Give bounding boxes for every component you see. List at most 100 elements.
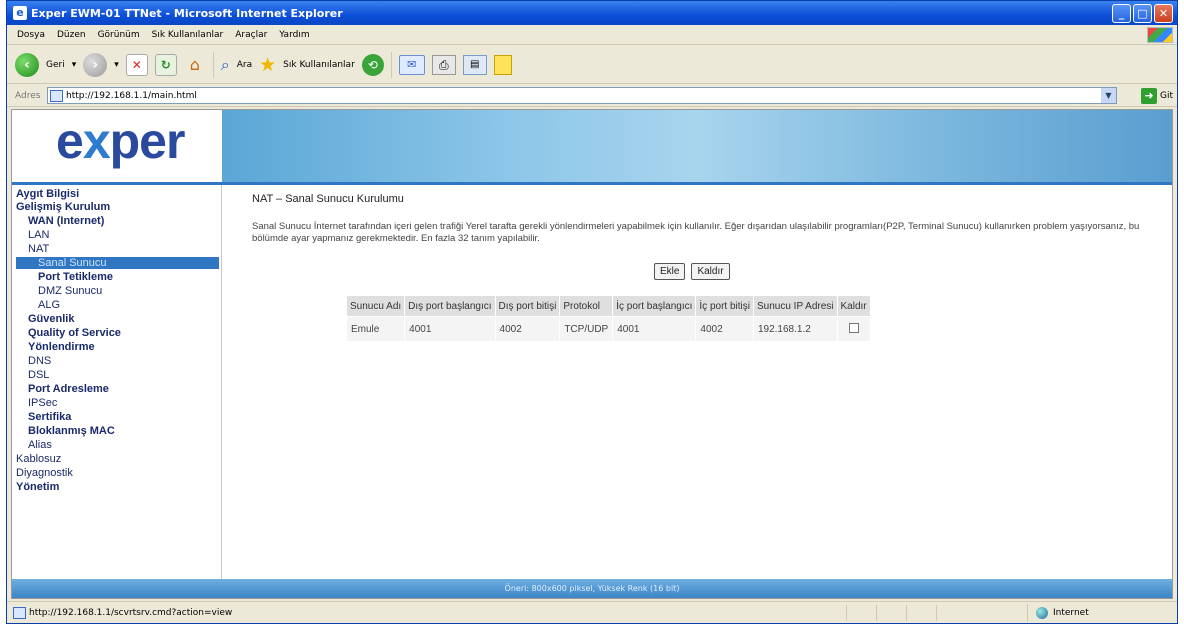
footer-text: Öneri: 800x600 piksel, Yüksek Renk (16 b… bbox=[504, 584, 680, 593]
print-button[interactable]: ⎙ bbox=[431, 54, 456, 75]
ie-logo-icon: e bbox=[13, 6, 27, 20]
sidebar-item-virtual-server[interactable]: Sanal Sunucu bbox=[16, 257, 219, 269]
add-button[interactable]: Ekle bbox=[654, 263, 686, 280]
sidebar-item-certificate[interactable]: Sertifika bbox=[28, 411, 71, 424]
sidebar-item-dns[interactable]: DNS bbox=[28, 355, 51, 368]
forward-button[interactable]: › bbox=[83, 52, 108, 77]
banner-gradient bbox=[222, 110, 1172, 182]
exper-logo: exper bbox=[56, 112, 186, 170]
sidebar-item-alias[interactable]: Alias bbox=[28, 439, 52, 452]
sidebar-item-lan[interactable]: LAN bbox=[28, 229, 49, 242]
logo-part-per: per bbox=[109, 113, 186, 169]
back-label[interactable]: Geri bbox=[46, 60, 65, 70]
stop-button[interactable]: ✕ bbox=[125, 53, 148, 76]
search-label[interactable]: Ara bbox=[237, 60, 252, 70]
back-button[interactable]: ‹ bbox=[15, 52, 39, 77]
zone-label: Internet bbox=[1053, 608, 1089, 618]
sidebar-nav: Aygıt Bilgisi Gelişmiş Kurulum WAN (Inte… bbox=[12, 185, 222, 579]
sidebar-item-dmz-host[interactable]: DMZ Sunucu bbox=[38, 285, 102, 298]
sidebar-item-port-triggering[interactable]: Port Tetikleme bbox=[38, 271, 113, 284]
title-bar: e Exper EWM-01 TTNet - Microsoft Interne… bbox=[7, 1, 1177, 25]
cell-protocol: TCP/UDP bbox=[559, 316, 614, 342]
column-header-int-port-start: İç port başlangıcı bbox=[612, 295, 697, 317]
page-description: Sanal Sunucu İnternet tarafından içeri g… bbox=[252, 221, 1140, 244]
toolbar: ‹ Geri ▾ › ▾ ✕ ↻ ⌂ ⌕ Ara ★ Sık Kullanıla… bbox=[7, 46, 1177, 84]
window-title: Exper EWM-01 TTNet - Microsoft Internet … bbox=[31, 6, 343, 20]
cell-int-port-end: 4002 bbox=[695, 316, 754, 342]
close-button[interactable]: ✕ bbox=[1154, 4, 1173, 23]
go-button[interactable]: ➜ Git bbox=[1140, 87, 1173, 104]
go-arrow-icon[interactable]: ➜ bbox=[1140, 87, 1157, 104]
table-header-row: Sunucu Adı Dış port başlangıcı Dış port … bbox=[345, 295, 871, 317]
windows-logo-icon bbox=[1147, 27, 1173, 43]
logo-part-e: e bbox=[56, 113, 84, 169]
action-buttons: Ekle Kaldır bbox=[654, 263, 730, 280]
address-input[interactable]: http://192.168.1.1/main.html ▼ bbox=[47, 87, 1117, 104]
main-panel: NAT – Sanal Sunucu Kurulumu Sanal Sunucu… bbox=[222, 185, 1172, 579]
security-zone: Internet bbox=[1027, 604, 1177, 622]
remove-checkbox[interactable] bbox=[848, 322, 859, 333]
refresh-button[interactable]: ↻ bbox=[154, 53, 177, 76]
sidebar-item-security[interactable]: Güvenlik bbox=[28, 313, 74, 326]
sidebar-item-dsl[interactable]: DSL bbox=[28, 369, 49, 382]
sidebar-item-wan[interactable]: WAN (Internet) bbox=[28, 215, 104, 228]
go-label[interactable]: Git bbox=[1160, 91, 1173, 101]
address-dropdown-button[interactable]: ▼ bbox=[1101, 88, 1116, 103]
logo-part-x: x bbox=[82, 113, 111, 169]
sidebar-item-wireless[interactable]: Kablosuz bbox=[16, 453, 61, 466]
page-content: exper Aygıt Bilgisi Gelişmiş Kurulum WAN… bbox=[11, 109, 1173, 599]
address-bar: Adres http://192.168.1.1/main.html ▼ ➜ G… bbox=[7, 85, 1177, 107]
favorites-label[interactable]: Sık Kullanılanlar bbox=[283, 60, 355, 70]
menu-edit[interactable]: Düzen bbox=[57, 30, 86, 40]
menu-help[interactable]: Yardım bbox=[279, 30, 309, 40]
menu-tools[interactable]: Araçlar bbox=[235, 30, 267, 40]
sidebar-item-blocked-mac[interactable]: Bloklanmış MAC bbox=[28, 425, 115, 438]
sidebar-item-nat[interactable]: NAT bbox=[28, 243, 49, 256]
menu-view[interactable]: Görünüm bbox=[98, 30, 140, 40]
favorites-star-icon[interactable]: ★ bbox=[259, 54, 276, 76]
menu-bar: Dosya Düzen Görünüm Sık Kullanılanlar Ar… bbox=[7, 25, 1177, 45]
messenger-button[interactable] bbox=[493, 54, 512, 75]
window-controls: _ □ ✕ bbox=[1112, 4, 1173, 23]
sidebar-item-port-mapping[interactable]: Port Adresleme bbox=[28, 383, 109, 396]
minimize-button[interactable]: _ bbox=[1112, 4, 1131, 23]
remove-button[interactable]: Kaldır bbox=[691, 263, 730, 280]
address-url[interactable]: http://192.168.1.1/main.html bbox=[66, 91, 197, 101]
column-header-protocol: Protokol bbox=[559, 295, 614, 317]
status-url: http://192.168.1.1/scvrtsrv.cmd?action=v… bbox=[29, 607, 233, 618]
address-label: Adres bbox=[15, 90, 41, 101]
column-header-server-name: Sunucu Adı bbox=[345, 295, 406, 317]
sidebar-item-qos[interactable]: Quality of Service bbox=[28, 327, 121, 340]
sidebar-item-advanced-setup[interactable]: Gelişmiş Kurulum bbox=[16, 201, 110, 214]
back-dropdown-icon[interactable]: ▾ bbox=[72, 60, 77, 70]
cell-ext-port-start: 4001 bbox=[404, 316, 496, 342]
column-header-int-port-end: İç port bitişi bbox=[695, 295, 754, 317]
mail-button[interactable]: ✉ bbox=[398, 54, 425, 75]
toolbar-separator bbox=[390, 51, 392, 78]
column-header-server-ip: Sunucu IP Adresi bbox=[752, 295, 838, 317]
page-footer: Öneri: 800x600 piksel, Yüksek Renk (16 b… bbox=[12, 579, 1172, 598]
sidebar-item-device-info[interactable]: Aygıt Bilgisi bbox=[16, 188, 79, 201]
menu-favorites[interactable]: Sık Kullanılanlar bbox=[152, 30, 224, 40]
menu-file[interactable]: Dosya bbox=[17, 30, 45, 40]
forward-dropdown-icon[interactable]: ▾ bbox=[114, 60, 119, 70]
column-header-ext-port-end: Dış port bitişi bbox=[494, 295, 561, 317]
table-row: Emule 4001 4002 TCP/UDP 4001 4002 192.16… bbox=[345, 316, 871, 342]
logo-area: exper bbox=[12, 110, 222, 182]
globe-icon bbox=[1036, 607, 1048, 619]
sidebar-item-ipsec[interactable]: IPSec bbox=[28, 397, 57, 410]
sidebar-item-management[interactable]: Yönetim bbox=[16, 481, 59, 494]
edit-button[interactable]: ▤ bbox=[462, 54, 487, 75]
home-button[interactable]: ⌂ bbox=[184, 54, 206, 76]
sidebar-item-alg[interactable]: ALG bbox=[38, 299, 60, 312]
cell-server-name: Emule bbox=[345, 316, 406, 342]
status-divider bbox=[936, 605, 937, 621]
page-banner: exper bbox=[12, 110, 1172, 182]
history-button[interactable]: ⟲ bbox=[361, 53, 384, 76]
status-divider bbox=[906, 605, 907, 621]
sidebar-item-routing[interactable]: Yönlendirme bbox=[28, 341, 95, 354]
maximize-button[interactable]: □ bbox=[1133, 4, 1152, 23]
sidebar-item-diagnostics[interactable]: Diyagnostik bbox=[16, 467, 73, 480]
search-icon[interactable]: ⌕ bbox=[221, 55, 230, 75]
status-divider bbox=[876, 605, 877, 621]
